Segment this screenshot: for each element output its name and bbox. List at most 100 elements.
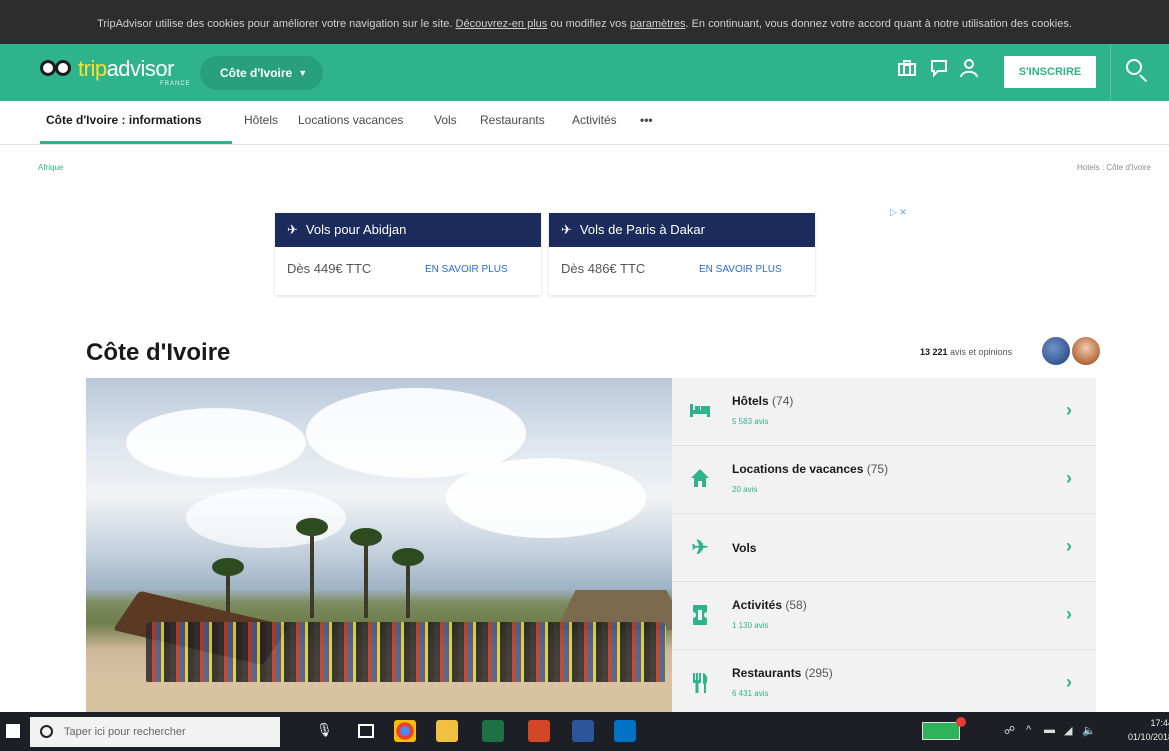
clock-date: 01/10/2018: [1128, 732, 1169, 742]
category-panel: Hôtels (74) 5 583 avis › Locations de va…: [672, 378, 1096, 718]
search-icon[interactable]: [1122, 56, 1152, 86]
category-row-restaurants[interactable]: Restaurants (295) 6 431 avis ›: [672, 650, 1096, 718]
logo-advisor: advisor: [106, 56, 175, 81]
chevron-right-icon: ›: [1066, 604, 1072, 624]
cookie-learn-more-link[interactable]: Découvrez-en plus: [456, 18, 548, 30]
battery-icon[interactable]: [922, 722, 960, 740]
chevron-up-icon[interactable]: ^: [1026, 724, 1031, 736]
plane-icon: ✈: [691, 537, 709, 559]
taskbar-search-placeholder: Taper ici pour rechercher: [64, 726, 186, 738]
clock-time: 17:44: [1150, 718, 1169, 728]
avatar[interactable]: [1040, 335, 1072, 367]
ad-cta-link[interactable]: EN SAVOIR PLUS: [425, 264, 508, 275]
destination-photo[interactable]: [86, 378, 672, 718]
site-header: tripadvisor FRANCE Côte d'Ivoire ▼ S'INS…: [0, 44, 1169, 101]
plane-icon: ✈: [287, 222, 298, 237]
microphone-icon[interactable]: 🎙: [316, 722, 333, 740]
cutlery-icon: [688, 672, 712, 696]
region-dropdown-button[interactable]: Côte d'Ivoire ▼: [200, 56, 324, 90]
powerpoint-icon[interactable]: [528, 720, 550, 742]
tab-restaurants[interactable]: Restaurants: [480, 113, 545, 127]
sub-navigation: Côte d'Ivoire : informations Hôtels Loca…: [0, 101, 1169, 145]
category-reviews[interactable]: 1 130 avis: [732, 621, 768, 630]
house-icon: [688, 468, 712, 492]
user-icon[interactable]: [956, 58, 982, 84]
category-row-activities[interactable]: Activités (58) 1 130 avis ›: [672, 582, 1096, 650]
tab-vacation-rentals[interactable]: Locations vacances: [298, 113, 403, 127]
notification-badge: [956, 717, 966, 727]
cortana-icon: [40, 725, 53, 738]
wifi-icon[interactable]: ◢: [1064, 724, 1072, 737]
breadcrumb-right[interactable]: Hotels : Côte d'Ivoire: [1077, 163, 1151, 172]
tab-hotels[interactable]: Hôtels: [244, 113, 278, 127]
ad-title: Vols de Paris à Dakar: [579, 222, 705, 237]
cookie-banner: TripAdvisor utilise des cookies pour amé…: [0, 0, 1169, 44]
ad-header: ✈ Vols de Paris à Dakar: [549, 213, 815, 247]
plane-icon: ✈: [561, 222, 572, 237]
chevron-right-icon: ›: [1066, 468, 1072, 488]
file-explorer-icon[interactable]: [436, 720, 458, 742]
category-row-flights[interactable]: ✈ Vols ›: [672, 514, 1096, 582]
chevron-right-icon: ›: [1066, 672, 1072, 692]
header-divider: [1110, 44, 1111, 101]
signup-button[interactable]: S'INSCRIRE: [1004, 56, 1096, 88]
tab-activities[interactable]: Activités: [572, 113, 617, 127]
tripadvisor-logo[interactable]: tripadvisor FRANCE: [40, 56, 190, 87]
battery-status-icon[interactable]: ▬: [1044, 724, 1055, 736]
excel-icon[interactable]: [482, 720, 504, 742]
flight-ad[interactable]: ✈ Vols pour Abidjan Dès 449€ TTC EN SAVOI…: [275, 213, 541, 295]
chevron-right-icon: ›: [1066, 536, 1072, 556]
tab-informations[interactable]: Côte d'Ivoire : informations: [46, 113, 202, 127]
people-icon[interactable]: ☍: [1004, 724, 1015, 737]
chevron-down-icon: ▼: [298, 68, 308, 78]
category-name: Restaurants (295): [732, 666, 833, 680]
tab-flights[interactable]: Vols: [434, 113, 457, 127]
reviews-summary[interactable]: 13 221 avis et opinions: [920, 347, 1012, 357]
outlook-icon[interactable]: [614, 720, 636, 742]
messages-icon[interactable]: [926, 58, 952, 84]
cookie-text-end: . En continuant, vous donnez votre accor…: [685, 18, 1072, 30]
category-row-hotels[interactable]: Hôtels (74) 5 583 avis ›: [672, 378, 1096, 446]
ticket-icon: [688, 604, 712, 628]
system-clock[interactable]: 17:44 01/10/2018: [1128, 716, 1169, 744]
category-name: Activités (58): [732, 598, 807, 612]
trips-icon[interactable]: [894, 58, 920, 84]
category-reviews[interactable]: 20 avis: [732, 485, 757, 494]
chrome-icon[interactable]: [394, 720, 416, 742]
category-name: Locations de vacances (75): [732, 462, 889, 476]
bed-icon: [688, 400, 712, 424]
region-label: Côte d'Ivoire: [220, 66, 293, 80]
logo-trip: trip: [78, 56, 107, 81]
category-name: Hôtels (74): [732, 394, 794, 408]
cookie-text-mid: ou modifiez vos: [550, 18, 627, 30]
cookie-text: TripAdvisor utilise des cookies pour amé…: [97, 18, 453, 30]
reviews-count: 13 221: [920, 347, 948, 357]
avatar[interactable]: [1070, 335, 1102, 367]
more-icon[interactable]: •••: [640, 113, 653, 127]
category-name: Vols: [732, 541, 757, 555]
ad-cta-link[interactable]: EN SAVOIR PLUS: [699, 264, 782, 275]
logo-country: FRANCE: [160, 81, 191, 87]
windows-taskbar: Taper ici pour rechercher 🎙 ☍ ^ ▬ ◢ 🔈 17…: [0, 712, 1169, 751]
adchoices-icon[interactable]: ▷ ✕: [890, 207, 907, 218]
page: TripAdvisor utilise des cookies pour amé…: [0, 0, 1169, 751]
category-row-vacation-rentals[interactable]: Locations de vacances (75) 20 avis ›: [672, 446, 1096, 514]
windows-start-icon[interactable]: [6, 724, 20, 738]
volume-icon[interactable]: 🔈: [1082, 724, 1096, 737]
chevron-right-icon: ›: [1066, 400, 1072, 420]
task-view-icon[interactable]: [358, 724, 374, 738]
taskbar-search-input[interactable]: Taper ici pour rechercher: [30, 717, 280, 747]
category-reviews[interactable]: 6 431 avis: [732, 689, 768, 698]
breadcrumb[interactable]: Afrique: [38, 163, 63, 172]
ad-price: Dès 449€ TTC: [287, 261, 372, 276]
reviews-label: avis et opinions: [950, 347, 1013, 357]
logo-wordmark: tripadvisor: [78, 56, 174, 82]
ad-header: ✈ Vols pour Abidjan: [275, 213, 541, 247]
category-reviews[interactable]: 5 583 avis: [732, 417, 768, 426]
flight-ad[interactable]: ✈ Vols de Paris à Dakar Dès 486€ TTC EN S…: [549, 213, 815, 295]
cookie-settings-link[interactable]: paramètres: [630, 18, 686, 30]
owl-logo-icon: [40, 58, 74, 80]
ad-title: Vols pour Abidjan: [305, 222, 407, 237]
page-title: Côte d'Ivoire: [86, 339, 231, 366]
word-icon[interactable]: [572, 720, 594, 742]
